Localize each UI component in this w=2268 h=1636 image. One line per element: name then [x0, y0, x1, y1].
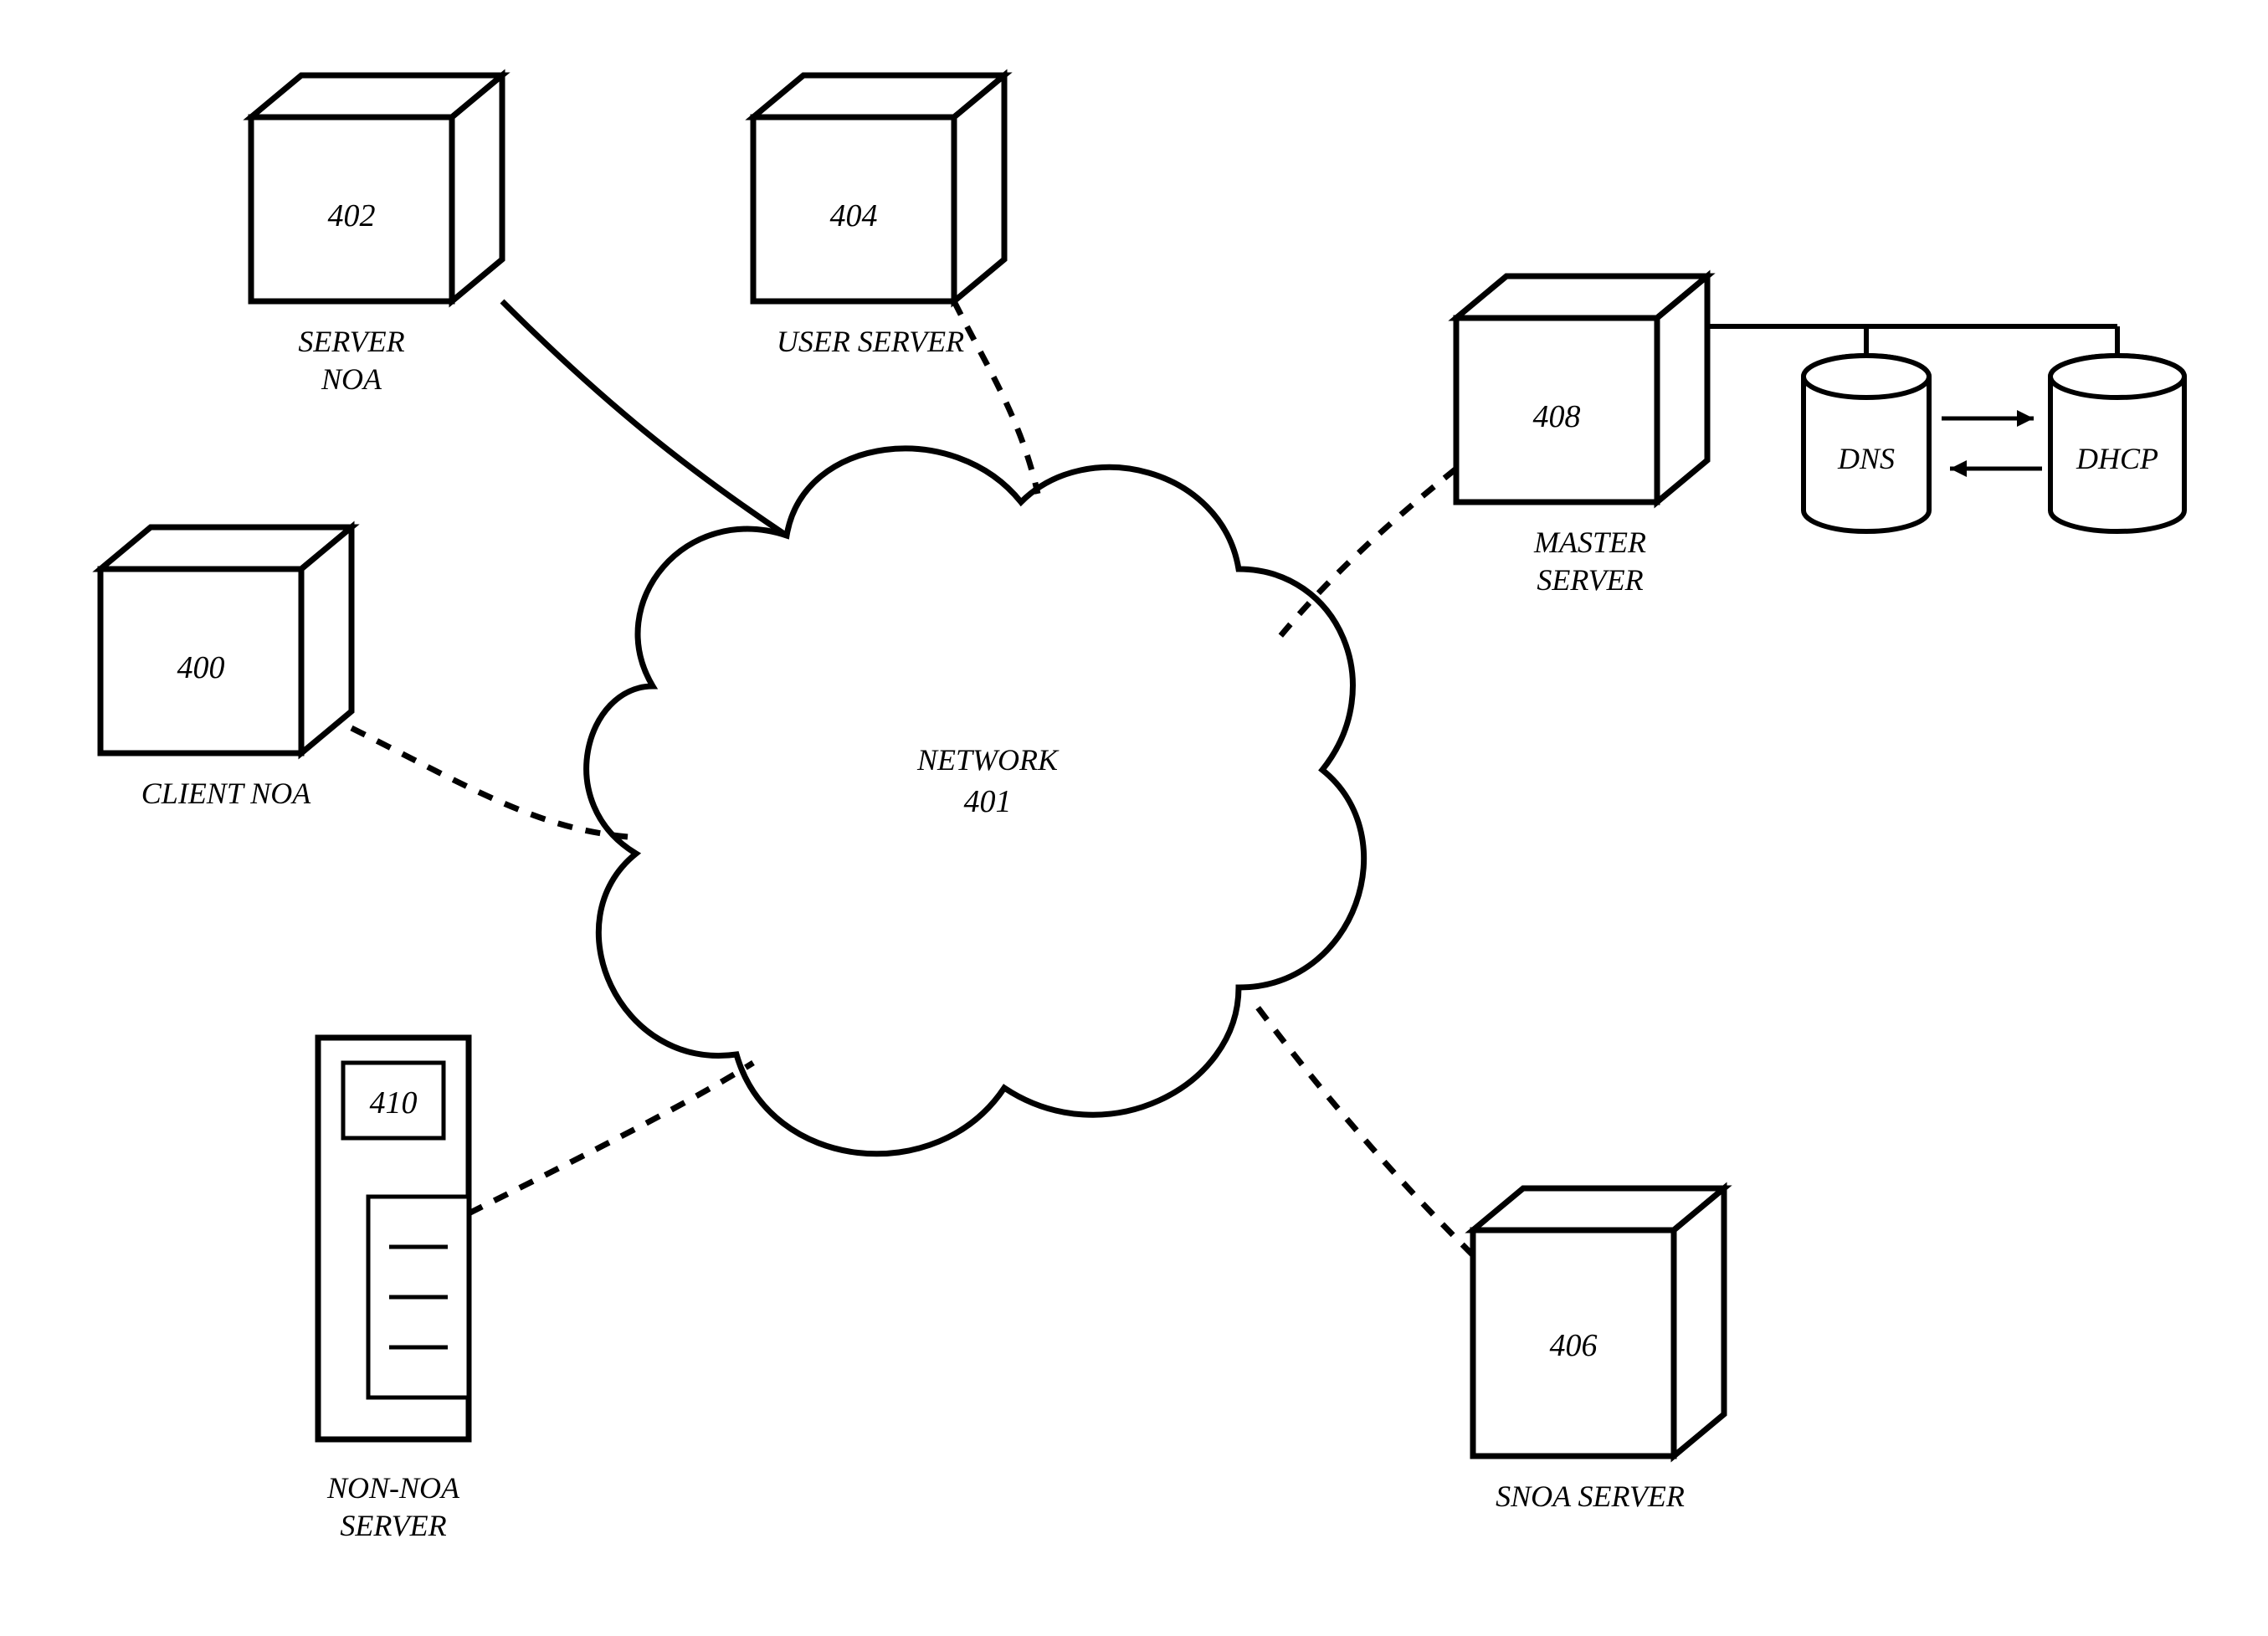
snoa-server-box: 406 SNOA SERVER	[1473, 1188, 1724, 1513]
network-label: NETWORK	[916, 743, 1060, 777]
master-dns-dhcp-connector	[1707, 326, 2117, 356]
non-noa-server-label-1: NON-NOA	[326, 1471, 460, 1505]
connector-master-server	[1280, 469, 1456, 636]
server-noa-num: 402	[328, 198, 376, 233]
client-noa-label: CLIENT NOA	[141, 777, 311, 810]
network-num: 401	[964, 784, 1012, 819]
dhcp-label: DHCP	[2076, 442, 2158, 475]
master-server-box: 408 MASTER SERVER	[1456, 276, 1707, 597]
network-cloud: NETWORK 401	[587, 449, 1364, 1154]
connector-user-server	[954, 301, 1038, 494]
client-noa-num: 400	[177, 650, 225, 685]
user-server-label: USER SERVER	[777, 325, 964, 358]
master-server-num: 408	[1533, 399, 1581, 434]
connector-non-noa-server	[469, 1063, 753, 1213]
client-noa-box: 400 CLIENT NOA	[100, 527, 351, 810]
server-noa-label-1: SERVER	[298, 325, 404, 358]
snoa-server-num: 406	[1550, 1328, 1598, 1363]
user-server-num: 404	[830, 198, 878, 233]
server-noa-box: 402 SERVER NOA	[251, 75, 502, 396]
dns-label: DNS	[1837, 442, 1895, 475]
master-server-label-1: MASTER	[1533, 526, 1646, 559]
non-noa-server-box: 410 NON-NOA SERVER	[318, 1038, 469, 1542]
non-noa-server-num: 410	[370, 1085, 418, 1121]
server-noa-label-2: NOA	[321, 362, 382, 396]
connector-snoa-server	[1255, 1004, 1473, 1255]
non-noa-server-label-2: SERVER	[340, 1509, 446, 1542]
dns-dhcp-arrows	[1942, 410, 2042, 477]
snoa-server-label: SNOA SERVER	[1496, 1480, 1685, 1513]
master-server-label-2: SERVER	[1537, 563, 1643, 597]
dhcp-cylinder: DHCP	[2050, 356, 2184, 531]
user-server-box: 404 USER SERVER	[753, 75, 1004, 358]
dns-cylinder: DNS	[1804, 356, 1929, 531]
connector-server-noa	[502, 301, 787, 536]
